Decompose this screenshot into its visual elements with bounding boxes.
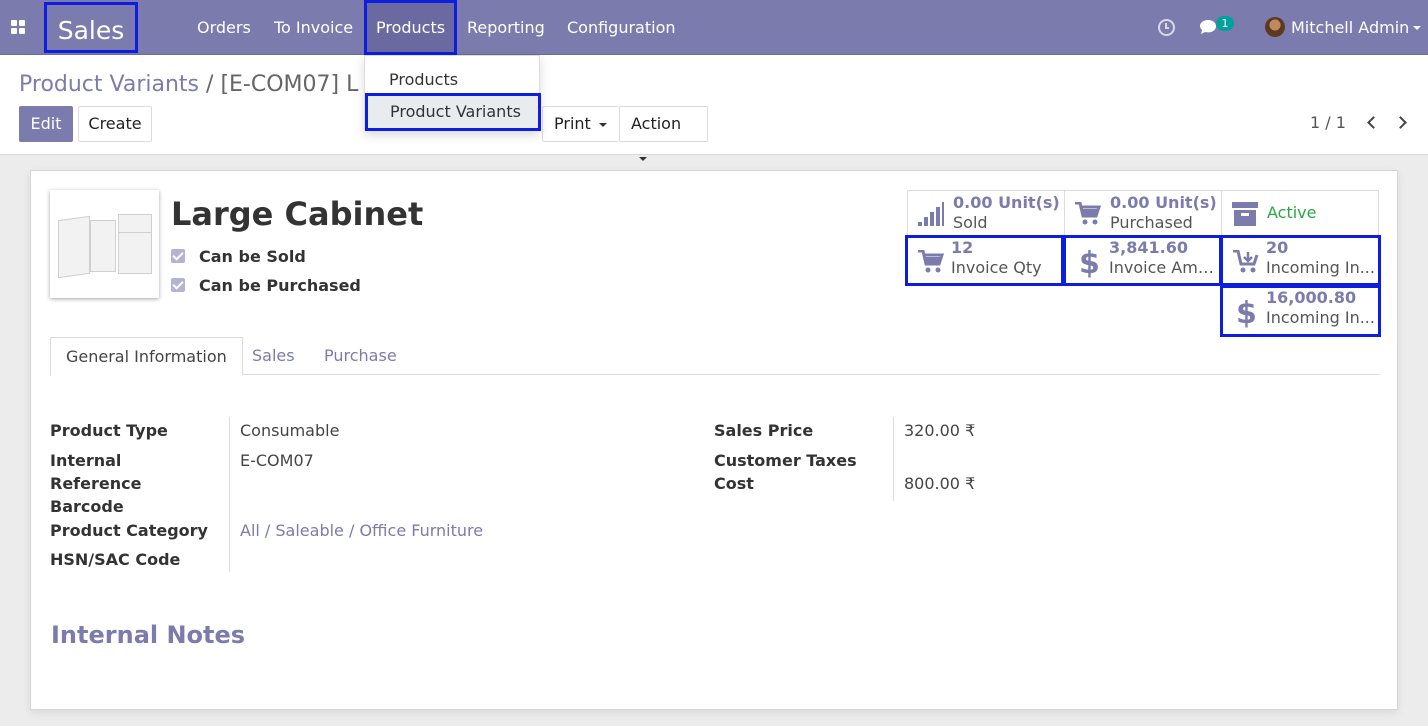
- breadcrumb-parent[interactable]: Product Variants: [19, 72, 199, 97]
- pager-value[interactable]: 1 / 1: [1310, 113, 1346, 132]
- can-be-purchased-label: Can be Purchased: [199, 276, 361, 295]
- svg-text:$: $: [1079, 246, 1098, 278]
- menu-orders[interactable]: Orders: [197, 0, 251, 55]
- tab-general-information[interactable]: General Information: [50, 337, 243, 376]
- action-label: Action: [631, 114, 682, 133]
- cabinet-door-left: [58, 215, 90, 279]
- cost-value[interactable]: 800.00 ₹: [904, 472, 975, 495]
- stat-sold-label: Sold: [953, 213, 988, 232]
- breadcrumb-current: [E-COM07] L: [220, 72, 359, 97]
- stat-incoming-amount-value: 16,000.80: [1266, 288, 1357, 307]
- stat-incoming-qty-label: Incoming In...: [1266, 258, 1375, 277]
- stat-invoice-qty-label: Invoice Qty: [951, 258, 1042, 277]
- cart-icon: [918, 250, 944, 273]
- top-navbar: Sales Orders To Invoice Products Reporti…: [0, 0, 1428, 55]
- product-image[interactable]: [50, 190, 159, 298]
- stat-invoice-amount-label: Invoice Amo...: [1109, 258, 1219, 277]
- signal-bars-icon: [918, 202, 944, 226]
- menu-products[interactable]: Products: [364, 0, 458, 55]
- can-be-sold-label: Can be Sold: [199, 247, 306, 266]
- dropdown-item-product-variants[interactable]: Product Variants: [365, 93, 541, 131]
- tab-purchase[interactable]: Purchase: [309, 337, 412, 376]
- can-be-sold-checkbox[interactable]: [171, 249, 185, 263]
- cabinet-body-left: [90, 220, 116, 272]
- activity-clock-icon[interactable]: [1158, 19, 1175, 36]
- user-caret-icon[interactable]: [1413, 26, 1421, 30]
- create-button[interactable]: Create: [78, 106, 152, 142]
- can-be-sold-row: Can be Sold: [171, 247, 306, 266]
- cart-icon: [1075, 202, 1101, 225]
- app-brand[interactable]: Sales: [44, 2, 138, 53]
- stat-sold-value: 0.00 Unit(s): [953, 193, 1060, 212]
- internal-notes-heading: Internal Notes: [51, 621, 246, 649]
- internal-reference-label-1: Internal: [50, 451, 122, 470]
- stat-invoice-amount-value: 3,841.60: [1109, 238, 1188, 257]
- pager-prev-icon[interactable]: [1367, 116, 1380, 129]
- stat-incoming-qty-value: 20: [1266, 238, 1289, 257]
- edit-button[interactable]: Edit: [19, 106, 73, 142]
- menu-reporting[interactable]: Reporting: [467, 0, 545, 55]
- pager-next-icon[interactable]: [1394, 116, 1407, 129]
- print-button[interactable]: Print: [542, 106, 619, 142]
- field-divider-right: [893, 417, 894, 501]
- stat-purchased[interactable]: 0.00 Unit(s) Purchased: [1064, 190, 1222, 237]
- barcode-label: Barcode: [50, 497, 124, 516]
- stat-incoming-amount-label: Incoming In...: [1266, 308, 1375, 327]
- form-tabs: General Information Sales Purchase: [50, 337, 1380, 376]
- archive-icon: [1232, 202, 1258, 226]
- product-category-label: Product Category: [50, 521, 208, 540]
- cart-download-icon: [1233, 250, 1259, 273]
- product-type-value[interactable]: Consumable: [240, 419, 339, 442]
- breadcrumb-separator: /: [206, 72, 214, 97]
- menu-to-invoice[interactable]: To Invoice: [274, 0, 353, 55]
- print-caret-icon: [598, 122, 607, 127]
- avatar[interactable]: [1265, 17, 1285, 37]
- stat-incoming-qty[interactable]: 20 Incoming In...: [1220, 235, 1381, 286]
- stat-purchased-label: Purchased: [1110, 213, 1193, 232]
- stat-invoice-amount[interactable]: $ 3,841.60 Invoice Amo...: [1063, 235, 1222, 286]
- cabinet-shelf: [118, 232, 152, 233]
- dollar-icon: $: [1236, 296, 1255, 328]
- stat-active[interactable]: Active: [1221, 190, 1379, 237]
- products-dropdown: Products Product Variants: [364, 55, 541, 131]
- customer-taxes-label: Customer Taxes: [714, 451, 857, 470]
- stat-invoice-qty[interactable]: 12 Invoice Qty: [905, 235, 1064, 286]
- chat-badge: 1: [1216, 16, 1234, 31]
- stat-active-label: Active: [1267, 203, 1317, 222]
- stat-sold[interactable]: 0.00 Unit(s) Sold: [907, 190, 1065, 237]
- action-caret-icon: [639, 156, 647, 161]
- menu-configuration[interactable]: Configuration: [567, 0, 676, 55]
- user-menu[interactable]: Mitchell Admin: [1291, 0, 1409, 56]
- cost-label: Cost: [714, 474, 754, 493]
- can-be-purchased-row: Can be Purchased: [171, 276, 361, 295]
- field-divider-left: [229, 417, 230, 572]
- tab-sales[interactable]: Sales: [237, 337, 310, 376]
- stat-purchased-value: 0.00 Unit(s): [1110, 193, 1217, 212]
- product-type-label: Product Type: [50, 421, 168, 440]
- control-panel: Product Variants / [E-COM07] L Edit Crea…: [0, 55, 1428, 161]
- apps-grid-icon[interactable]: [11, 20, 26, 35]
- product-name: Large Cabinet: [171, 195, 424, 233]
- dropdown-item-products[interactable]: Products: [365, 65, 541, 95]
- breadcrumb: Product Variants / [E-COM07] L: [19, 71, 358, 99]
- action-button[interactable]: Action: [619, 106, 708, 161]
- product-category-value[interactable]: All / Saleable / Office Furniture: [240, 519, 483, 542]
- dollar-icon: $: [1079, 246, 1098, 278]
- cabinet-body-right: [118, 214, 152, 274]
- form-sheet: Large Cabinet Can be Sold Can be Purchas…: [30, 170, 1398, 710]
- stat-incoming-amount[interactable]: $ 16,000.80 Incoming In...: [1220, 285, 1381, 337]
- internal-reference-label-2: Reference: [50, 474, 142, 493]
- stat-invoice-qty-value: 12: [951, 238, 974, 257]
- print-label: Print: [554, 114, 591, 133]
- sales-price-value[interactable]: 320.00 ₹: [904, 419, 975, 442]
- hsn-code-label: HSN/SAC Code: [50, 550, 181, 569]
- can-be-purchased-checkbox[interactable]: [171, 278, 185, 292]
- svg-text:$: $: [1236, 296, 1255, 328]
- internal-reference-value[interactable]: E-COM07: [240, 449, 314, 472]
- sales-price-label: Sales Price: [714, 421, 814, 440]
